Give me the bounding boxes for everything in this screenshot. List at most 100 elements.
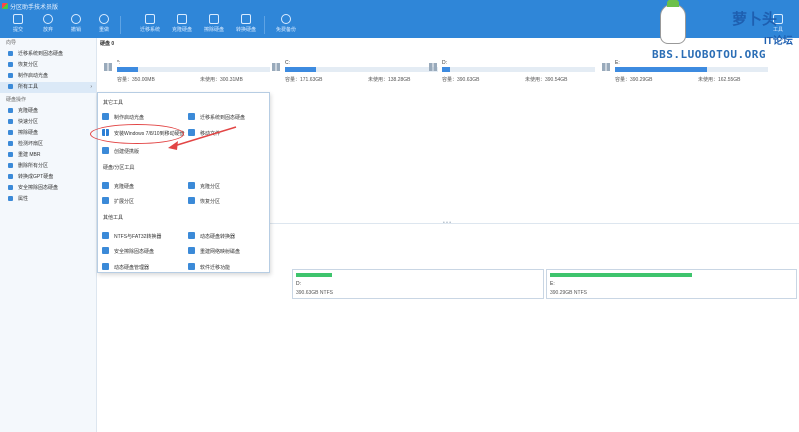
- sidebar-item-wipe-disk[interactable]: 擦除硬盘: [0, 128, 96, 139]
- tool-rebuild-network-drive[interactable]: 重建网络映射磁盘: [188, 247, 240, 257]
- annotation-arrow-icon: [168, 126, 237, 150]
- disk-card-d[interactable]: D: 容量：390.63GB 未使用：390.54GB: [425, 54, 595, 94]
- usage-bar: [442, 67, 595, 72]
- toolbar-divider: [120, 16, 121, 34]
- tool-create-portable[interactable]: 创建便携版: [102, 147, 139, 157]
- sidebar-item-convert-gpt[interactable]: 转换成GPT硬盘: [0, 172, 96, 183]
- tool-label: 扩展分区: [114, 199, 135, 205]
- sidebar-item-boot-disc[interactable]: 制作启动光盘: [0, 71, 96, 82]
- sidebar: 向导 迁移系统到固态硬盘 恢复分区 制作启动光盘 所有工具 › 硬盘操作 克隆硬盘…: [0, 38, 97, 432]
- undo-label: 撤销: [70, 27, 81, 33]
- sidebar-item-recover-partition[interactable]: 恢复分区: [0, 60, 96, 71]
- sidebar-item-rebuild-mbr[interactable]: 重建 MBR: [0, 150, 96, 161]
- partition-label: E:: [550, 281, 555, 287]
- sidebar-item-secure-erase[interactable]: 安全擦除固态硬盘: [0, 183, 96, 194]
- tool-migrate-ssd[interactable]: 迁移系统到固态硬盘: [188, 113, 245, 123]
- tool-extend-partition[interactable]: 扩展分区: [102, 197, 134, 207]
- tool-clone-partition[interactable]: 克隆分区: [188, 182, 220, 192]
- migrate-os-button[interactable]: 迁移系统: [138, 14, 162, 36]
- free-text: 未使用：300.31MB: [200, 77, 243, 83]
- drive-label: E:: [615, 60, 620, 66]
- sidebar-item-properties[interactable]: 属性: [0, 194, 96, 205]
- sidebar-item-bad-sector[interactable]: 检测坏扇区: [0, 139, 96, 150]
- disk-card-c[interactable]: C: 容量：171.63GB 未使用：138.28GB: [268, 54, 438, 94]
- clone-disk-button[interactable]: 克隆硬盘: [170, 14, 194, 36]
- tool-label: 安全擦除固态硬盘: [114, 249, 155, 255]
- toolbar-divider: [264, 16, 265, 34]
- partition-e[interactable]: E: 390.29GB NTFS: [546, 269, 797, 299]
- dropdown-section-disk-tools: 硬盘/分区工具: [103, 165, 135, 171]
- sidebar-item-all-tools[interactable]: 所有工具 ›: [0, 82, 96, 93]
- tool-recover-partition[interactable]: 恢复分区: [188, 197, 220, 207]
- drive-label: *:: [117, 60, 121, 66]
- sidebar-item-label: 所有工具: [18, 84, 39, 90]
- discard-button[interactable]: 放弃: [36, 14, 60, 36]
- free-backup-button[interactable]: 免费备份: [274, 14, 298, 36]
- delete-icon: [8, 163, 13, 168]
- sidebar-item-label: 恢复分区: [18, 62, 39, 68]
- convert-icon: [8, 174, 13, 179]
- discard-label: 放弃: [42, 27, 53, 33]
- partition-info: 390.63GB NTFS: [296, 290, 333, 296]
- sidebar-item-quick-partition[interactable]: 快速分区: [0, 117, 96, 128]
- sidebar-item-migrate-ssd[interactable]: 迁移系统到固态硬盘: [0, 49, 96, 60]
- tools-icon: [8, 84, 13, 89]
- sidebar-item-label: 删除所有分区: [18, 163, 49, 169]
- redo-icon: [99, 14, 109, 24]
- clone-partition-icon: [188, 182, 195, 189]
- sidebar-item-label: 转换成GPT硬盘: [18, 174, 54, 180]
- free-text: 未使用：138.28GB: [368, 77, 411, 83]
- disc-icon: [8, 73, 13, 78]
- migrate-icon: [8, 51, 13, 56]
- extend-icon: [102, 197, 109, 204]
- wipe-disk-label: 擦除硬盘: [203, 27, 224, 33]
- tool-dynamic-converter[interactable]: 动态硬盘转换器: [188, 232, 235, 242]
- sidebar-item-label: 制作启动光盘: [18, 73, 49, 79]
- tool-label: 软件迁移功能: [200, 265, 231, 271]
- undo-icon: [71, 14, 81, 24]
- tool-label: 克隆分区: [200, 184, 221, 190]
- tool-dynamic-manager[interactable]: 动态硬盘管理器: [102, 263, 149, 273]
- portable-icon: [102, 147, 109, 154]
- disk-title: 硬盘 0: [100, 41, 115, 47]
- redo-label: 重做: [98, 27, 109, 33]
- sidebar-item-delete-all[interactable]: 删除所有分区: [0, 161, 96, 172]
- close-icon: [43, 14, 53, 24]
- disk-card-star[interactable]: *: 容量：350.00MB 未使用：300.31MB: [100, 54, 270, 94]
- capacity-text: 容量：390.29GB: [615, 77, 653, 83]
- dropdown-section-other-tools: 其它工具: [103, 100, 124, 106]
- tool-label: NTFS与FAT32转换器: [114, 234, 162, 240]
- tool-ntfs-fat32[interactable]: NTFS与FAT32转换器: [102, 232, 161, 242]
- windows-drive-icon: [272, 63, 280, 71]
- submit-button[interactable]: 提交: [6, 14, 30, 36]
- recover-icon: [188, 197, 195, 204]
- tool-clone-disk[interactable]: 克隆硬盘: [102, 182, 134, 192]
- tool-app-mover[interactable]: 软件迁移功能: [188, 263, 230, 273]
- sidebar-item-label: 安全擦除固态硬盘: [18, 185, 59, 191]
- sidebar-section-wizard: 向导: [6, 40, 17, 46]
- usage-bar: [285, 67, 438, 72]
- splitter-handle[interactable]: • • •: [443, 220, 451, 226]
- tool-label: 动态硬盘转换器: [200, 234, 236, 240]
- wipe-disk-button[interactable]: 擦除硬盘: [202, 14, 226, 36]
- usage-fill: [615, 67, 707, 72]
- sidebar-item-label: 迁移系统到固态硬盘: [18, 51, 64, 57]
- undo-button[interactable]: 撤销: [64, 14, 88, 36]
- manager-icon: [102, 263, 109, 270]
- windows-drive-icon: [104, 63, 112, 71]
- tool-secure-erase[interactable]: 安全擦除固态硬盘: [102, 247, 154, 257]
- dynamic-disk-icon: [188, 232, 195, 239]
- check-icon: [13, 14, 23, 24]
- usage-bar: [117, 67, 270, 72]
- tool-label: 创建便携版: [114, 149, 140, 155]
- sidebar-item-clone-disk[interactable]: 克隆硬盘: [0, 106, 96, 117]
- migrate-icon: [188, 113, 195, 120]
- wipe-icon: [209, 14, 219, 24]
- dropdown-section-misc-tools: 其他工具: [103, 215, 124, 221]
- disk-card-e[interactable]: E: 容量：390.29GB 未使用：162.55GB: [598, 54, 768, 94]
- convert-disk-button[interactable]: 转换硬盘: [234, 14, 258, 36]
- tool-make-boot-disc[interactable]: 制作启动光盘: [102, 113, 144, 123]
- backup-icon: [281, 14, 291, 24]
- redo-button[interactable]: 重做: [92, 14, 116, 36]
- partition-d[interactable]: D: 390.63GB NTFS: [292, 269, 544, 299]
